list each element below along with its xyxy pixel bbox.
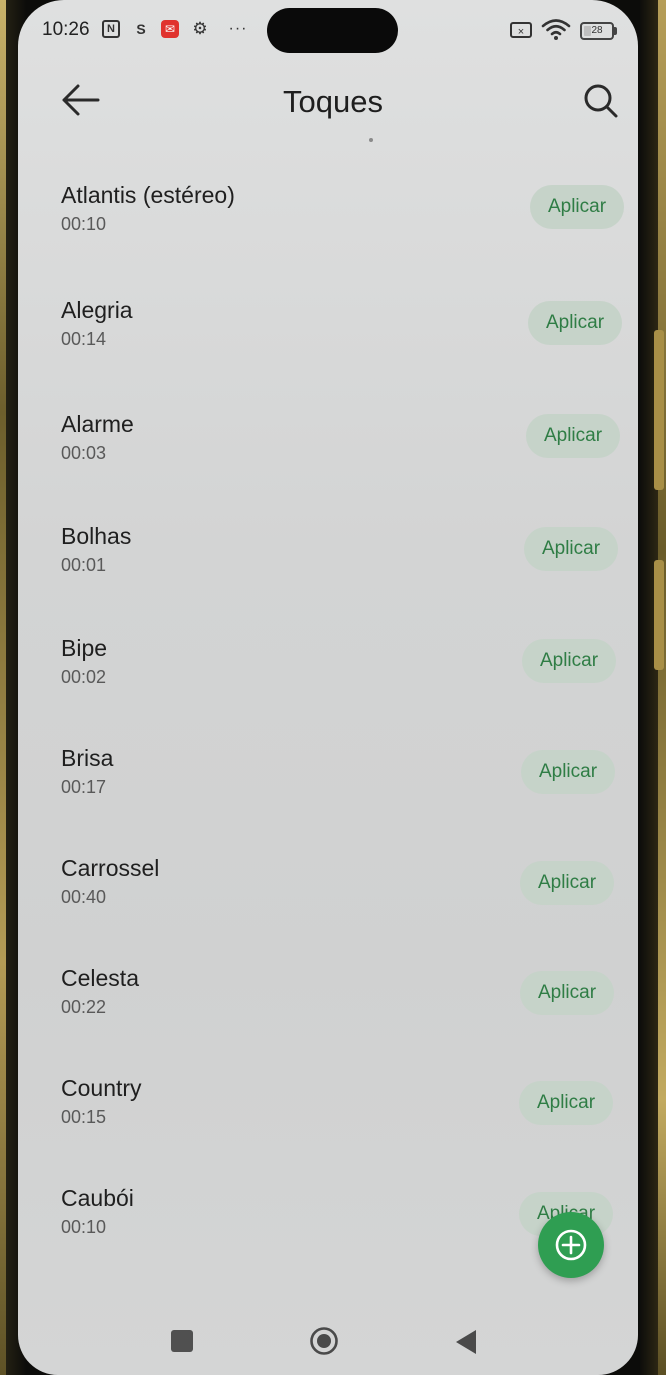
power-button xyxy=(654,560,664,670)
apply-button[interactable]: Aplicar xyxy=(528,301,622,345)
apply-button[interactable]: Aplicar xyxy=(520,861,614,905)
battery-level: 28 xyxy=(591,25,603,36)
nav-back-button[interactable] xyxy=(454,1328,478,1356)
ringtone-duration: 00:10 xyxy=(61,214,107,234)
ringtone-duration: 00:01 xyxy=(61,555,107,575)
ringtone-name: Celesta xyxy=(61,965,139,991)
recent-apps-button[interactable] xyxy=(171,1330,193,1352)
ringtone-duration: 00:15 xyxy=(61,1107,107,1127)
s-app-icon: S xyxy=(136,21,146,37)
list-item[interactable]: Alegria 00:14 Aplicar xyxy=(18,275,638,375)
triangle-back-icon xyxy=(456,1330,476,1354)
ringtone-duration: 00:22 xyxy=(61,997,107,1017)
list-item[interactable]: Brisa 00:17 Aplicar xyxy=(18,722,638,822)
apply-button[interactable]: Aplicar xyxy=(526,414,620,458)
ringtone-name: Bolhas xyxy=(61,523,132,549)
page-title: Toques xyxy=(283,84,383,119)
ringtone-name: Carrossel xyxy=(61,855,160,881)
search-button[interactable] xyxy=(578,78,624,124)
wifi-icon xyxy=(541,19,571,40)
ringtone-name: Bipe xyxy=(61,635,108,661)
more-notifications-icon: ··· xyxy=(228,20,248,37)
volume-button xyxy=(654,330,664,490)
ringtone-name: Alarme xyxy=(61,411,134,437)
no-sim-icon: × xyxy=(510,22,532,38)
ringtone-name: Country xyxy=(61,1075,142,1101)
phone-edge-left xyxy=(0,0,6,1375)
phone-edge-right xyxy=(658,0,666,1375)
add-ringtone-button[interactable] xyxy=(538,1212,604,1278)
list-item[interactable]: Celesta 00:22 Aplicar xyxy=(18,942,638,1042)
status-bar: 10:26 N S ✉ ⚙ ··· × 28 xyxy=(18,0,638,64)
home-button[interactable] xyxy=(309,1326,339,1356)
list-item[interactable]: Alarme 00:03 Aplicar xyxy=(18,388,638,488)
scroll-indicator xyxy=(369,138,373,142)
apply-button[interactable]: Aplicar xyxy=(521,750,615,794)
ringtone-duration: 00:02 xyxy=(61,667,107,687)
ringtone-duration: 00:03 xyxy=(61,443,107,463)
ringtone-name: Brisa xyxy=(61,745,114,771)
apply-button[interactable]: Aplicar xyxy=(520,971,614,1015)
ringtone-duration: 00:10 xyxy=(61,1217,107,1237)
circle-icon xyxy=(310,1327,338,1355)
nfc-icon: N xyxy=(102,20,120,38)
plus-circle-icon xyxy=(555,1229,587,1261)
list-item[interactable]: Carrossel 00:40 Aplicar xyxy=(18,832,638,932)
apply-button[interactable]: Aplicar xyxy=(522,639,616,683)
battery-icon: 28 xyxy=(580,22,614,40)
screen: 10:26 N S ✉ ⚙ ··· × 28 Toques Atlantis (… xyxy=(18,0,638,1375)
ringtone-name: Atlantis (estéreo) xyxy=(61,182,235,208)
battery-tip xyxy=(614,27,617,35)
list-item[interactable]: Bipe 00:02 Aplicar xyxy=(18,612,638,712)
status-time: 10:26 xyxy=(42,19,90,40)
apply-button[interactable]: Aplicar xyxy=(524,527,618,571)
list-item[interactable]: Atlantis (estéreo) 00:10 Aplicar xyxy=(18,160,638,260)
back-button[interactable] xyxy=(58,78,106,122)
ringtone-duration: 00:17 xyxy=(61,777,107,797)
mail-notification-icon: ✉ xyxy=(161,20,179,38)
list-item[interactable]: Country 00:15 Aplicar xyxy=(18,1052,638,1152)
ringtone-name: Alegria xyxy=(61,297,133,323)
apply-button[interactable]: Aplicar xyxy=(519,1081,613,1125)
list-item[interactable]: Bolhas 00:01 Aplicar xyxy=(18,500,638,600)
gear-icon: ⚙ xyxy=(192,19,208,38)
arrow-left-icon xyxy=(62,84,100,116)
camera-notch xyxy=(267,8,398,53)
apply-button[interactable]: Aplicar xyxy=(530,185,624,229)
ringtone-name: Caubói xyxy=(61,1185,134,1211)
search-icon xyxy=(584,84,618,118)
ringtone-duration: 00:14 xyxy=(61,329,107,349)
ringtone-duration: 00:40 xyxy=(61,887,107,907)
